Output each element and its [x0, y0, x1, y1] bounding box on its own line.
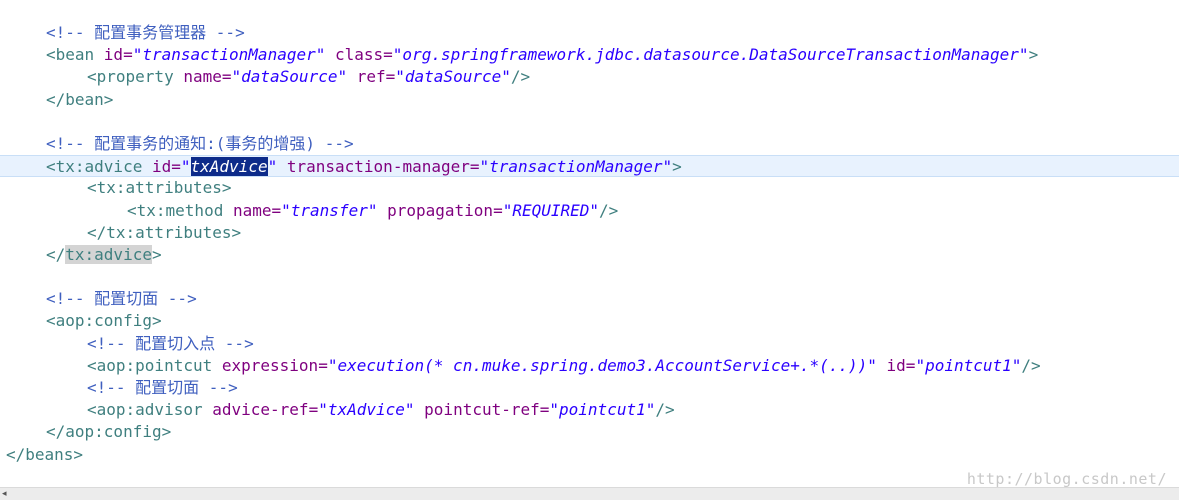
code-line[interactable]: <aop:config> — [0, 310, 1179, 332]
code-line[interactable]: <!-- 配置切入点 --> — [0, 333, 1179, 355]
code-token: </beans> — [6, 444, 84, 464]
code-token: <!-- 配置切入点 --> — [87, 333, 254, 353]
code-token: </bean> — [46, 89, 114, 109]
code-token: > — [672, 157, 682, 177]
code-line[interactable] — [0, 111, 1179, 133]
code-token: ref= — [347, 67, 396, 87]
code-line[interactable]: <tx:method name="transfer" propagation="… — [0, 200, 1179, 222]
code-line[interactable]: <!-- 配置事务管理器 --> — [0, 22, 1179, 44]
code-token: /> — [599, 200, 619, 220]
code-line[interactable]: <aop:advisor advice-ref="txAdvice" point… — [0, 399, 1179, 421]
code-token: "transactionManager" — [132, 45, 326, 65]
code-token: "pointcut1" — [915, 355, 1022, 375]
code-token: <!-- 配置事务的通知:(事务的增强) --> — [46, 133, 354, 153]
code-line[interactable]: <property name="dataSource" ref="dataSou… — [0, 66, 1179, 88]
code-line[interactable]: <bean id="transactionManager" class="org… — [0, 44, 1179, 66]
code-line[interactable]: </aop:config> — [0, 421, 1179, 443]
code-token: </ — [46, 244, 66, 264]
code-line[interactable]: <!-- 配置切面 --> — [0, 377, 1179, 399]
code-token: id= — [103, 45, 133, 65]
scroll-left-arrow-icon[interactable]: ◂ — [2, 489, 10, 499]
code-token: name= — [183, 67, 232, 87]
code-token: pointcut-ref= — [414, 400, 550, 420]
horizontal-scrollbar[interactable]: ◂ — [0, 487, 1179, 500]
code-token: <aop:config> — [46, 311, 162, 331]
code-token: id= — [876, 355, 916, 375]
code-token: " — [267, 157, 278, 177]
code-token: propagation= — [377, 200, 503, 220]
code-token: transaction-manager= — [277, 157, 480, 177]
code-token: > — [1028, 45, 1039, 65]
code-line[interactable]: <aop:pointcut expression="execution(* cn… — [0, 355, 1179, 377]
code-line[interactable]: </tx:advice> — [0, 244, 1179, 266]
code-token: id= — [151, 157, 181, 177]
current-code-line[interactable]: <tx:advice id="txAdvice" transaction-man… — [0, 155, 1179, 178]
code-token: /> — [655, 400, 675, 420]
code-token: <!-- 配置事务管理器 --> — [46, 23, 245, 42]
code-token: "execution(* cn.muke.spring.demo3.Accoun… — [327, 355, 877, 375]
code-token: <bean — [46, 45, 104, 65]
code-token: <!-- 配置切面 --> — [87, 378, 238, 397]
code-token: <!-- 配置切面 --> — [46, 289, 197, 309]
code-token: /> — [510, 67, 531, 87]
code-token: "txAdvice" — [318, 400, 415, 420]
code-line[interactable]: <!-- 配置事务的通知:(事务的增强) --> — [0, 133, 1179, 155]
code-token: " — [180, 157, 191, 177]
code-token: "dataSource" — [231, 67, 348, 87]
code-token: "org.springframework.jdbc.datasource.Dat… — [392, 45, 1029, 65]
watermark: http://blog.csdn.net/ — [966, 470, 1167, 488]
code-token: tx:advice — [65, 244, 152, 264]
code-line[interactable]: <tx:attributes> — [0, 177, 1179, 199]
code-token: name= — [232, 200, 282, 220]
code-line[interactable]: </bean> — [0, 89, 1179, 111]
code-token: > — [151, 244, 162, 264]
code-token: <aop:advisor — [87, 400, 213, 420]
code-line[interactable] — [0, 266, 1179, 288]
code-token: class= — [325, 45, 393, 65]
code-token: <aop:pointcut — [87, 355, 222, 375]
code-token: "transactionManager" — [479, 157, 673, 177]
code-token: <tx:method — [127, 200, 233, 220]
code-token: "pointcut1" — [549, 400, 656, 420]
code-token: </tx:attributes> — [87, 222, 242, 242]
code-token: <tx:advice — [46, 157, 152, 177]
code-editor[interactable]: <!-- 配置事务管理器 --> <bean id="transactionMan… — [0, 0, 1179, 500]
code-token: "REQUIRED" — [502, 200, 600, 220]
code-token: expression= — [221, 355, 328, 375]
code-token: /> — [1021, 355, 1041, 375]
code-token: "dataSource" — [395, 67, 511, 87]
code-token: "transfer" — [281, 200, 378, 220]
code-line[interactable]: </tx:attributes> — [0, 222, 1179, 244]
code-line[interactable]: <!-- 配置切面 --> — [0, 288, 1179, 310]
code-token: <tx:attributes> — [87, 178, 232, 198]
code-token: <property — [87, 67, 184, 87]
code-area[interactable]: <!-- 配置事务管理器 --> <bean id="transactionMan… — [0, 22, 1179, 466]
code-token: advice-ref= — [212, 400, 319, 420]
code-line[interactable]: </beans> — [0, 444, 1179, 466]
code-token: </aop:config> — [46, 422, 172, 442]
selected-text: txAdvice — [190, 157, 268, 177]
